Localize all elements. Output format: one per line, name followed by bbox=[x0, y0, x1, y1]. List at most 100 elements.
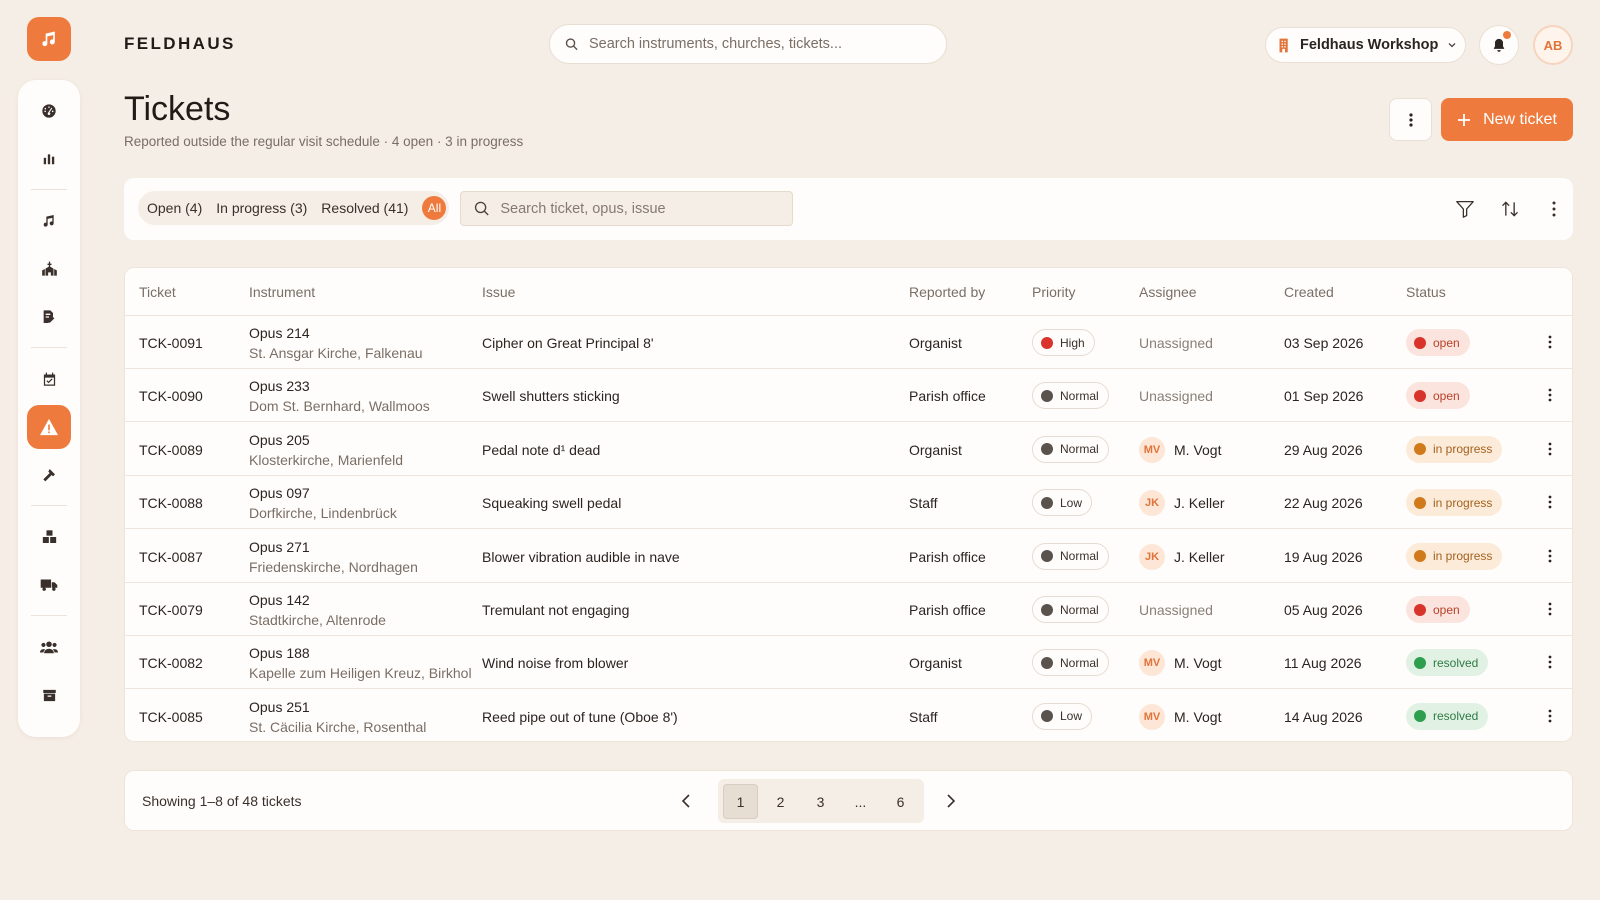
filter-tab-resolved[interactable]: Resolved (41) bbox=[321, 200, 408, 216]
reported-by: Organist bbox=[909, 655, 962, 672]
prev-page-button[interactable] bbox=[674, 789, 698, 813]
priority-dot bbox=[1041, 550, 1053, 563]
assignee-cell: Unassigned bbox=[1139, 596, 1213, 624]
priority-badge: Normal bbox=[1032, 649, 1109, 677]
instrument-location: Klosterkirche, Marienfeld bbox=[249, 451, 404, 468]
filter-icon bbox=[1456, 200, 1474, 218]
warning-icon bbox=[40, 418, 58, 436]
priority-label: Normal bbox=[1060, 655, 1099, 670]
table-row[interactable]: TCK-0079 Opus 142 Stadtkirche, Altenrode… bbox=[125, 583, 1572, 636]
row-more-button[interactable] bbox=[1540, 439, 1560, 459]
row-more-button[interactable] bbox=[1540, 599, 1560, 619]
row-more-button[interactable] bbox=[1540, 492, 1560, 512]
created-date: 01 Sep 2026 bbox=[1284, 388, 1364, 405]
global-search[interactable] bbox=[549, 24, 947, 64]
priority-dot bbox=[1041, 603, 1053, 616]
page-button-1[interactable]: 1 bbox=[723, 784, 758, 819]
column-header-issue[interactable]: Issue bbox=[482, 284, 515, 300]
assignee-cell: MV M. Vogt bbox=[1139, 649, 1221, 677]
sidebar-item-archive[interactable] bbox=[27, 673, 71, 717]
priority-label: Normal bbox=[1060, 442, 1099, 457]
status-dot bbox=[1414, 710, 1426, 723]
row-more-button[interactable] bbox=[1540, 546, 1560, 566]
toolbar-more-button[interactable] bbox=[1542, 197, 1566, 221]
ticket-id[interactable]: TCK-0082 bbox=[139, 655, 203, 671]
page-ellipsis: ... bbox=[854, 793, 867, 810]
column-header-ticket[interactable]: Ticket bbox=[139, 284, 176, 300]
next-page-button[interactable] bbox=[939, 789, 963, 813]
table-row[interactable]: TCK-0090 Opus 233 Dom St. Bernhard, Wall… bbox=[125, 369, 1572, 423]
page-button-3[interactable]: 3 bbox=[803, 784, 838, 819]
priority-label: Normal bbox=[1060, 549, 1099, 564]
ticket-search-input[interactable] bbox=[500, 200, 792, 217]
instrument-location: Dom St. Bernhard, Wallmoos bbox=[249, 398, 430, 415]
notifications-button[interactable] bbox=[1479, 25, 1519, 65]
sidebar-item-service[interactable] bbox=[27, 453, 71, 497]
ticket-id[interactable]: TCK-0079 bbox=[139, 602, 203, 618]
bar-chart-icon bbox=[43, 154, 55, 165]
app-logo[interactable] bbox=[27, 17, 71, 61]
priority-badge: Normal bbox=[1032, 382, 1109, 410]
filter-tab-open[interactable]: Open (4) bbox=[147, 200, 202, 216]
ticket-id[interactable]: TCK-0090 bbox=[139, 388, 203, 404]
column-header-instrument[interactable]: Instrument bbox=[249, 284, 315, 300]
ticket-id[interactable]: TCK-0088 bbox=[139, 495, 203, 511]
status-badge: in progress bbox=[1406, 435, 1503, 463]
ticket-id[interactable]: TCK-0091 bbox=[139, 335, 203, 351]
filter-tab-in-progress[interactable]: In progress (3) bbox=[216, 200, 307, 216]
new-ticket-button[interactable]: New ticket bbox=[1441, 98, 1573, 141]
filter-button[interactable] bbox=[1453, 197, 1477, 221]
workspace-switcher[interactable]: Feldhaus Workshop bbox=[1265, 27, 1466, 63]
sidebar-item-instruments[interactable] bbox=[27, 199, 71, 243]
instrument-opus: Opus 142 bbox=[249, 592, 310, 608]
page-button-2[interactable]: 2 bbox=[763, 784, 798, 819]
sidebar-item-logistics[interactable] bbox=[27, 563, 71, 607]
status-label: open bbox=[1433, 602, 1460, 617]
created-date: 03 Sep 2026 bbox=[1284, 335, 1364, 351]
table-row[interactable]: TCK-0087 Opus 271 Friedenskirche, Nordha… bbox=[125, 530, 1572, 583]
instrument-opus: Opus 233 bbox=[249, 378, 310, 395]
chevron-down-icon bbox=[1448, 43, 1456, 48]
ticket-id[interactable]: TCK-0087 bbox=[139, 549, 203, 565]
page-button-6[interactable]: 6 bbox=[883, 784, 918, 819]
ticket-id[interactable]: TCK-0089 bbox=[139, 442, 203, 458]
ticket-id[interactable]: TCK-0085 bbox=[139, 709, 203, 725]
sidebar-item-tickets[interactable] bbox=[27, 405, 71, 449]
row-more-button[interactable] bbox=[1540, 706, 1560, 726]
sidebar-item-dashboard[interactable] bbox=[27, 89, 71, 133]
sidebar-item-reports[interactable] bbox=[27, 137, 71, 181]
sidebar-item-inventory[interactable] bbox=[27, 515, 71, 559]
more-vertical-icon bbox=[1548, 602, 1552, 616]
column-header-status[interactable]: Status bbox=[1406, 284, 1446, 300]
column-header-reported-by[interactable]: Reported by bbox=[909, 284, 985, 300]
table-row[interactable]: TCK-0088 Opus 097 Dorfkirche, Lindenbrüc… bbox=[125, 476, 1572, 530]
sidebar-item-calendar[interactable] bbox=[27, 357, 71, 401]
ticket-search[interactable] bbox=[460, 191, 793, 226]
assignee-cell: Unassigned bbox=[1139, 329, 1213, 357]
issue-text: Swell shutters sticking bbox=[482, 388, 620, 405]
filter-tab-all[interactable]: All bbox=[422, 196, 447, 220]
row-more-button[interactable] bbox=[1540, 652, 1560, 672]
sort-button[interactable] bbox=[1498, 197, 1522, 221]
sidebar-item-team[interactable] bbox=[27, 625, 71, 669]
user-avatar[interactable]: AB bbox=[1533, 25, 1573, 65]
table-row[interactable]: TCK-0082 Opus 188 Kapelle zum Heiligen K… bbox=[125, 636, 1572, 690]
row-more-button[interactable] bbox=[1540, 332, 1560, 352]
column-header-assignee[interactable]: Assignee bbox=[1139, 284, 1197, 300]
global-search-input[interactable] bbox=[588, 36, 946, 52]
instrument-cell: Opus 271 Friedenskirche, Nordhagen bbox=[249, 539, 471, 575]
assignee-name: J. Keller bbox=[1174, 495, 1225, 512]
sidebar-item-churches[interactable] bbox=[27, 247, 71, 291]
filter-bar: Open (4) In progress (3) Resolved (41) A… bbox=[124, 178, 1573, 240]
column-header-priority[interactable]: Priority bbox=[1032, 284, 1076, 300]
sidebar-item-contracts[interactable] bbox=[27, 295, 71, 339]
row-more-button[interactable] bbox=[1540, 385, 1560, 405]
table-row[interactable]: TCK-0091 Opus 214 St. Ansgar Kirche, Fal… bbox=[125, 316, 1572, 369]
priority-badge: Normal bbox=[1032, 435, 1109, 463]
church-icon bbox=[41, 261, 57, 276]
page-more-button[interactable] bbox=[1389, 98, 1432, 141]
new-ticket-label: New ticket bbox=[1483, 110, 1557, 128]
column-header-created[interactable]: Created bbox=[1284, 284, 1334, 300]
table-row[interactable]: TCK-0089 Opus 205 Klosterkirche, Marienf… bbox=[125, 423, 1572, 476]
table-row[interactable]: TCK-0085 Opus 251 St. Cäcilia Kirche, Ro… bbox=[125, 690, 1572, 741]
